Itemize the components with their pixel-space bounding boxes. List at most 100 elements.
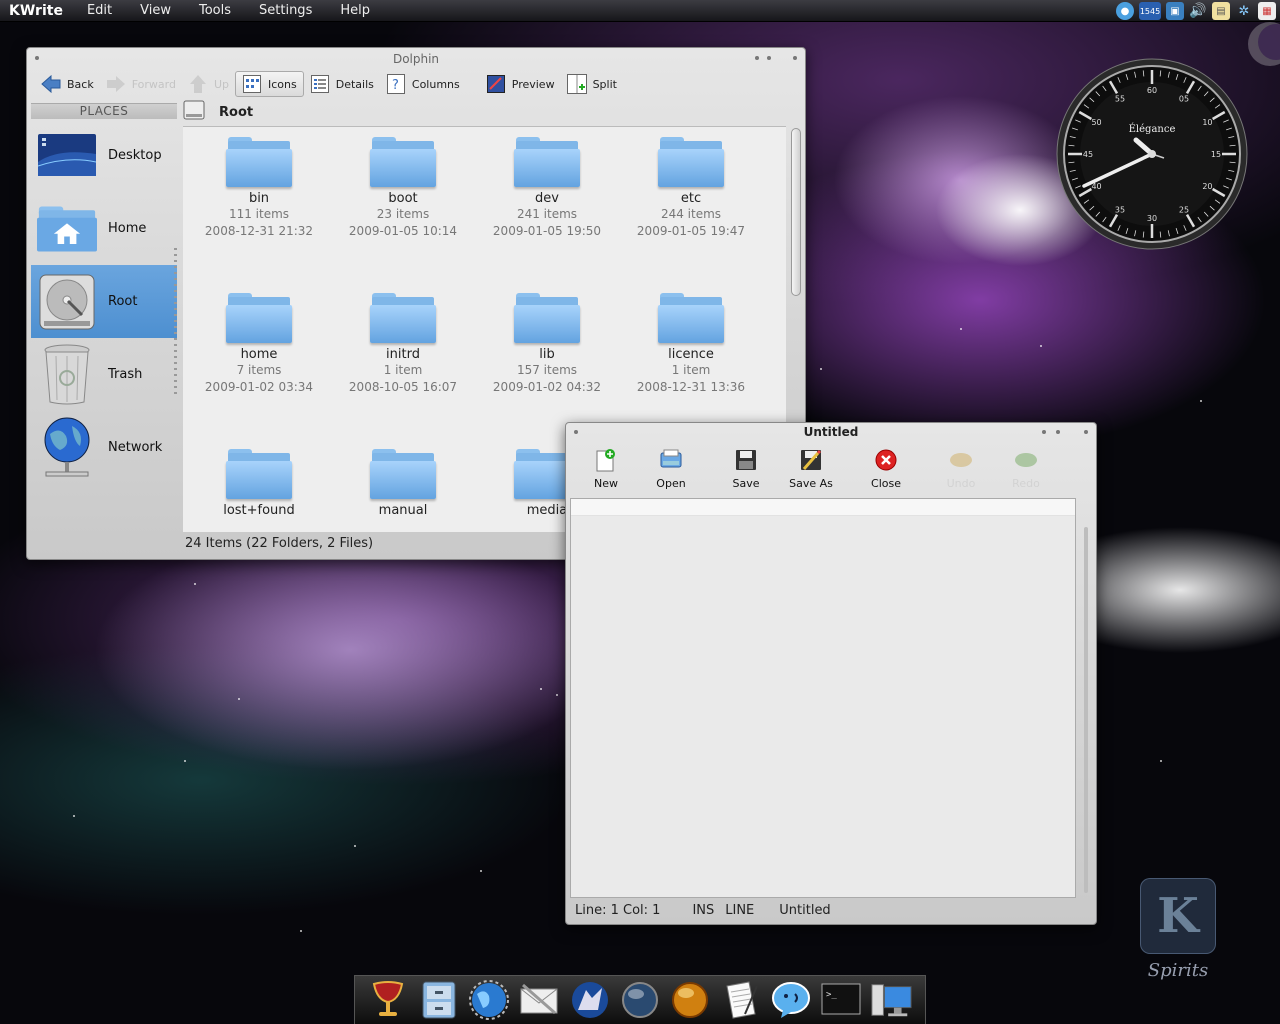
- folder-item[interactable]: licence 1 item 2008-12-31 13:36: [619, 291, 763, 396]
- menu-tools[interactable]: Tools: [185, 3, 245, 18]
- globe-icon[interactable]: [468, 979, 510, 1021]
- folder-icon: [658, 135, 724, 189]
- save-as-button[interactable]: Save As: [776, 447, 846, 493]
- dolphin-titlebar[interactable]: Dolphin: [27, 48, 805, 70]
- open-button[interactable]: Open: [636, 447, 706, 493]
- notes-tray-icon[interactable]: ▦: [1258, 2, 1276, 20]
- spirits-logo: K Spirits: [1130, 878, 1226, 981]
- folder-item[interactable]: dev 241 items 2009-01-05 19:50: [475, 135, 619, 240]
- folder-icon: [514, 291, 580, 345]
- file-view-scrollbar[interactable]: [791, 128, 801, 296]
- window-title: Untitled: [803, 425, 859, 439]
- file-cabinet-icon[interactable]: [418, 979, 460, 1021]
- undo-button[interactable]: Undo: [926, 447, 996, 493]
- folder-icon: [658, 291, 724, 345]
- chat-tray-icon[interactable]: ●: [1116, 2, 1134, 20]
- clock-numeral: 50: [1091, 118, 1101, 127]
- folder-item[interactable]: etc 244 items 2009-01-05 19:47: [619, 135, 763, 240]
- kwrite-status-bar: Line: 1 Col: 1 INS LINE Untitled: [575, 903, 831, 918]
- menu-help[interactable]: Help: [326, 3, 384, 18]
- folder-item[interactable]: lost+found: [187, 447, 331, 518]
- chat-icon[interactable]: [770, 979, 812, 1021]
- folder-icon: [370, 291, 436, 345]
- place-trash[interactable]: Trash: [31, 338, 177, 411]
- place-home[interactable]: Home: [31, 192, 177, 265]
- terminal-icon[interactable]: >_: [820, 979, 862, 1021]
- folder-name: boot: [388, 191, 418, 206]
- folder-count: 23 items: [376, 207, 430, 221]
- panel-splitter[interactable]: [174, 248, 177, 398]
- folder-item[interactable]: boot 23 items 2009-01-05 10:14: [331, 135, 475, 240]
- status-bar-text: 24 Items (22 Folders, 2 Files): [185, 536, 374, 551]
- clipboard-tray-icon[interactable]: ▤: [1212, 2, 1230, 20]
- forward-button[interactable]: Forward: [100, 71, 182, 97]
- kwrite-titlebar[interactable]: Untitled: [566, 423, 1096, 441]
- calendar-tray-icon[interactable]: 1545: [1139, 2, 1161, 20]
- trash-icon: [37, 344, 97, 405]
- folder-date: 2009-01-05 19:50: [492, 224, 602, 238]
- volume-tray-icon[interactable]: 🔊: [1189, 2, 1207, 20]
- dock-bar: >_: [354, 975, 926, 1024]
- folder-icon: [226, 447, 292, 501]
- clock-numeral: 05: [1179, 95, 1189, 104]
- columns-view-button[interactable]: ? Columns: [380, 71, 466, 97]
- details-view-button[interactable]: Details: [304, 71, 380, 97]
- menu-edit[interactable]: Edit: [73, 3, 126, 18]
- save-as-icon: [798, 447, 824, 473]
- insert-mode[interactable]: INS: [692, 903, 714, 918]
- breadcrumb-root[interactable]: Root: [219, 105, 253, 120]
- mail-icon[interactable]: [518, 979, 560, 1021]
- harddisk-icon: [37, 272, 97, 332]
- kwrite-window: Untitled New Open Save Save As Close Und…: [565, 422, 1097, 925]
- split-button[interactable]: Split: [561, 71, 623, 97]
- computer-icon[interactable]: [871, 979, 913, 1021]
- new-button[interactable]: New: [576, 447, 636, 493]
- amber-sphere-icon[interactable]: [669, 979, 711, 1021]
- network-tray-icon[interactable]: ▣: [1166, 2, 1184, 20]
- desktop-icon: [37, 126, 97, 186]
- place-desktop[interactable]: Desktop: [31, 119, 177, 192]
- folder-item[interactable]: bin 111 items 2008-12-31 21:32: [187, 135, 331, 240]
- place-network[interactable]: Network: [31, 411, 177, 484]
- floppy-disk-icon: [733, 447, 759, 473]
- dolphin-toolbar: Back Forward Up Icons Details ? Columns …: [35, 70, 797, 98]
- clock-numeral: 10: [1202, 118, 1212, 127]
- text-editor-icon[interactable]: [720, 979, 762, 1021]
- chalice-icon[interactable]: [367, 979, 409, 1021]
- preview-button[interactable]: Preview: [480, 71, 561, 97]
- up-arrow-icon: [188, 74, 208, 94]
- up-button[interactable]: Up: [182, 71, 235, 97]
- bluetooth-tray-icon[interactable]: ✲: [1235, 2, 1253, 20]
- wolf-icon[interactable]: [569, 979, 611, 1021]
- selection-mode[interactable]: LINE: [725, 903, 754, 918]
- location-bar: Root: [183, 100, 797, 124]
- menu-settings[interactable]: Settings: [245, 3, 326, 18]
- columns-view-icon: ?: [386, 74, 406, 94]
- folder-date: 2008-12-31 13:36: [636, 380, 746, 394]
- analog-clock-widget[interactable]: 600510152025303540455055 Élégance: [1056, 58, 1248, 250]
- editor-scrollbar[interactable]: [1084, 527, 1088, 893]
- place-label: Home: [108, 221, 147, 236]
- redo-button[interactable]: Redo: [991, 447, 1061, 493]
- close-button[interactable]: Close: [851, 447, 921, 493]
- folder-item[interactable]: initrd 1 item 2008-10-05 16:07: [331, 291, 475, 396]
- text-editor-area[interactable]: [570, 498, 1076, 898]
- icons-view-button[interactable]: Icons: [235, 71, 304, 97]
- svg-text:>_: >_: [826, 990, 837, 1000]
- svg-text:?: ?: [392, 78, 399, 93]
- app-name[interactable]: KWrite: [0, 3, 73, 19]
- folder-item[interactable]: lib 157 items 2009-01-02 04:32: [475, 291, 619, 396]
- folder-name: etc: [680, 191, 702, 206]
- folder-item[interactable]: home 7 items 2009-01-02 03:34: [187, 291, 331, 396]
- menu-view[interactable]: View: [126, 3, 185, 18]
- cursor-position: Line: 1 Col: 1: [575, 903, 661, 918]
- redo-icon: [1013, 447, 1039, 473]
- sphere-icon[interactable]: [619, 979, 661, 1021]
- folder-item[interactable]: manual: [331, 447, 475, 518]
- save-button[interactable]: Save: [711, 447, 781, 493]
- harddisk-small-icon: [183, 100, 205, 124]
- folder-count: 1 item: [383, 363, 423, 377]
- current-line-highlight: [571, 499, 1075, 516]
- back-button[interactable]: Back: [35, 71, 100, 97]
- place-root[interactable]: Root: [31, 265, 177, 338]
